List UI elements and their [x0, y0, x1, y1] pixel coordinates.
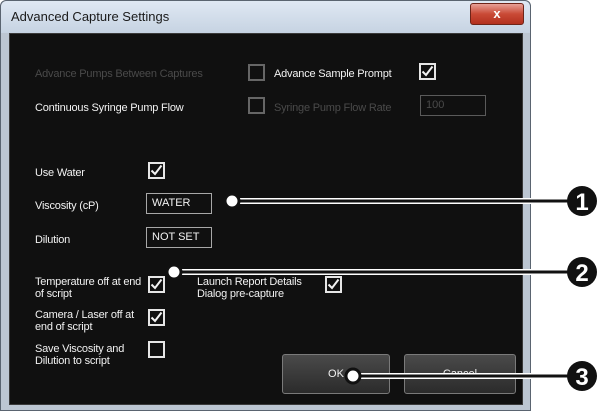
callout-overlay: 1 2 3: [165, 186, 597, 391]
callout-3: 3: [344, 361, 597, 391]
callout-2: 2: [165, 257, 597, 287]
callout-number-3: 3: [575, 364, 588, 391]
callout-number-1: 1: [575, 189, 588, 216]
callout-number-2: 2: [575, 260, 588, 287]
callout-1: 1: [223, 186, 597, 216]
